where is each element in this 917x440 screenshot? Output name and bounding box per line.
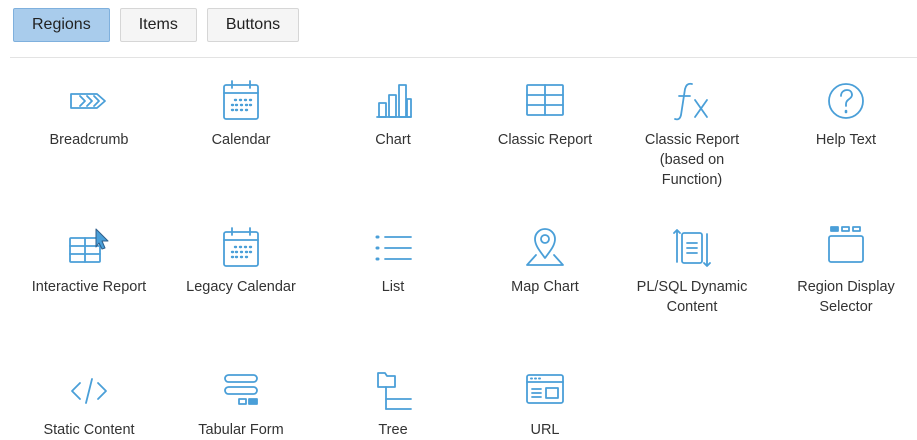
tabular-form-icon [215, 365, 267, 417]
region-label: PL/SQL Dynamic Content [636, 279, 748, 315]
tab-items[interactable]: Items [119, 8, 197, 42]
region-tile-calendar[interactable]: Calendar [166, 75, 316, 150]
map-pin-icon [519, 222, 571, 274]
region-tile-url[interactable]: URL [470, 365, 620, 440]
calendar-icon [215, 75, 267, 127]
tree-icon [367, 365, 419, 417]
region-label: Legacy Calendar [186, 279, 296, 295]
region-tile-tabular-form[interactable]: Tabular Form [166, 365, 316, 440]
interactive-table-icon [63, 222, 115, 274]
region-tile-interactive-report[interactable]: Interactive Report [14, 222, 164, 297]
dynamic-document-icon [666, 222, 718, 274]
breadcrumb-icon [63, 75, 115, 127]
region-tile-classic-report-function[interactable]: Classic Report (based on Function) [617, 75, 767, 190]
region-label: Classic Report [497, 132, 593, 148]
region-type-tabs: Regions Items Buttons [13, 8, 300, 42]
region-label: List [381, 279, 405, 295]
region-tile-region-display-selector[interactable]: Region Display Selector [771, 222, 917, 317]
region-tile-help-text[interactable]: Help Text [771, 75, 917, 150]
function-icon [666, 75, 718, 127]
region-label: Static Content [43, 422, 135, 438]
region-tile-breadcrumb[interactable]: Breadcrumb [14, 75, 164, 150]
help-circle-icon [820, 75, 872, 127]
region-tile-chart[interactable]: Chart [318, 75, 468, 150]
region-tile-tree[interactable]: Tree [318, 365, 468, 440]
region-tile-legacy-calendar[interactable]: Legacy Calendar [166, 222, 316, 297]
region-label: Region Display Selector [797, 279, 895, 315]
code-icon [63, 365, 115, 417]
list-icon [367, 222, 419, 274]
region-label: Tabular Form [198, 422, 284, 438]
region-tile-plsql-dynamic-content[interactable]: PL/SQL Dynamic Content [617, 222, 767, 317]
region-label: Map Chart [511, 279, 579, 295]
region-label: Help Text [815, 132, 877, 148]
region-label: Tree [378, 422, 408, 438]
region-label: URL [530, 422, 560, 438]
region-tile-list[interactable]: List [318, 222, 468, 297]
table-icon [519, 75, 571, 127]
region-tile-static-content[interactable]: Static Content [14, 365, 164, 440]
region-tile-map-chart[interactable]: Map Chart [470, 222, 620, 297]
region-label: Calendar [211, 132, 271, 148]
calendar-icon [215, 222, 267, 274]
tab-regions[interactable]: Regions [13, 8, 110, 42]
region-label: Breadcrumb [49, 132, 129, 148]
tabs-divider [10, 57, 917, 58]
region-tile-classic-report[interactable]: Classic Report [470, 75, 620, 150]
url-window-icon [519, 365, 571, 417]
bar-chart-icon [367, 75, 419, 127]
region-label: Classic Report (based on Function) [644, 132, 740, 188]
window-selector-icon [820, 222, 872, 274]
region-label: Chart [375, 132, 411, 148]
tab-buttons[interactable]: Buttons [206, 8, 300, 42]
region-label: Interactive Report [31, 279, 147, 295]
